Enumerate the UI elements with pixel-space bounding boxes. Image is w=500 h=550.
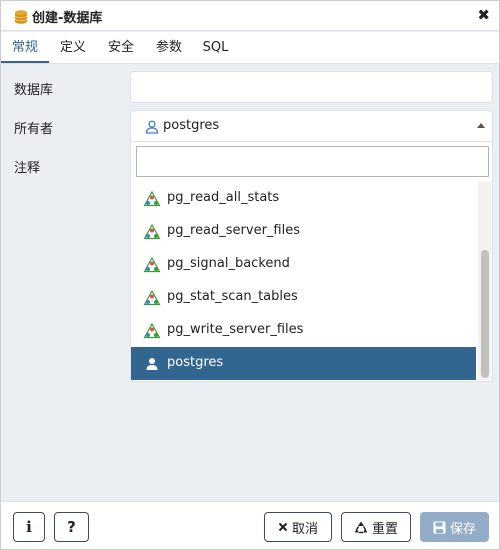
- group-roles-icon: [143, 190, 161, 207]
- reset-button[interactable]: 重置: [341, 512, 411, 542]
- list-item-label: pg_read_server_files: [167, 223, 301, 238]
- list-item[interactable]: pg_stat_scan_tables: [131, 281, 476, 314]
- list-item-label: postgres: [167, 355, 224, 370]
- group-roles-icon: [143, 256, 161, 273]
- list-item[interactable]: pg_read_server_files: [131, 215, 476, 248]
- comment-label: 注释: [14, 161, 41, 176]
- info-button[interactable]: i: [13, 512, 45, 542]
- list-item-label: pg_read_all_stats: [167, 190, 280, 205]
- tab-security[interactable]: 安全: [97, 32, 145, 63]
- floppy-disk-icon: [433, 521, 446, 534]
- user-icon: [145, 120, 159, 134]
- dropdown-scrollbar-thumb[interactable]: [481, 250, 489, 378]
- close-icon[interactable]: ✖: [477, 6, 490, 24]
- dialog-titlebar[interactable]: 创建-数据库 ✖: [1, 1, 499, 31]
- cancel-button[interactable]: 取消: [264, 512, 332, 542]
- owner-select-value: postgres: [163, 118, 220, 133]
- owner-select[interactable]: postgres: [130, 110, 493, 142]
- dropdown-search-input[interactable]: [136, 146, 489, 177]
- reset-label: 重置: [371, 521, 398, 537]
- info-icon: i: [26, 518, 32, 536]
- help-button[interactable]: ?: [54, 512, 89, 542]
- dropdown-list: pg_read_all_stats pg_read_server_files p…: [131, 182, 476, 380]
- owner-label: 所有者: [14, 122, 54, 137]
- save-label: 保存: [449, 521, 476, 537]
- list-item-label: pg_write_server_files: [167, 322, 304, 337]
- tab-parameters[interactable]: 参数: [145, 32, 193, 63]
- tab-bar: 常规 定义 安全 参数 SQL: [1, 32, 499, 64]
- save-button[interactable]: 保存: [420, 512, 489, 542]
- database-icon: [13, 9, 29, 25]
- create-database-dialog: 创建-数据库 ✖ 常规 定义 安全 参数 SQL 数据库 所有者 postgre…: [0, 0, 500, 550]
- list-item-label: pg_stat_scan_tables: [167, 289, 298, 304]
- group-roles-icon: [143, 223, 161, 240]
- owner-dropdown: pg_read_all_stats pg_read_server_files p…: [130, 142, 493, 382]
- list-item[interactable]: pg_read_all_stats: [131, 182, 476, 215]
- tab-general[interactable]: 常规: [1, 32, 49, 63]
- database-name-input[interactable]: [130, 71, 493, 103]
- dialog-title: 创建-数据库: [32, 11, 103, 26]
- caret-up-icon[interactable]: [477, 123, 485, 128]
- user-icon: [143, 356, 161, 372]
- cancel-label: 取消: [291, 521, 318, 537]
- recycle-icon: [354, 520, 368, 534]
- list-item[interactable]: pg_write_server_files: [131, 314, 476, 347]
- list-item-selected[interactable]: postgres: [131, 347, 476, 380]
- database-name-label: 数据库: [14, 83, 54, 98]
- tab-sql[interactable]: SQL: [193, 32, 238, 63]
- list-item-label: pg_signal_backend: [167, 256, 290, 271]
- group-roles-icon: [143, 289, 161, 306]
- tab-definition[interactable]: 定义: [49, 32, 97, 63]
- list-item[interactable]: pg_signal_backend: [131, 248, 476, 281]
- group-roles-icon: [143, 322, 161, 339]
- help-icon: ?: [67, 518, 76, 536]
- close-icon: [278, 522, 288, 532]
- dialog-footer: i ? 取消 重置 保存: [1, 501, 499, 549]
